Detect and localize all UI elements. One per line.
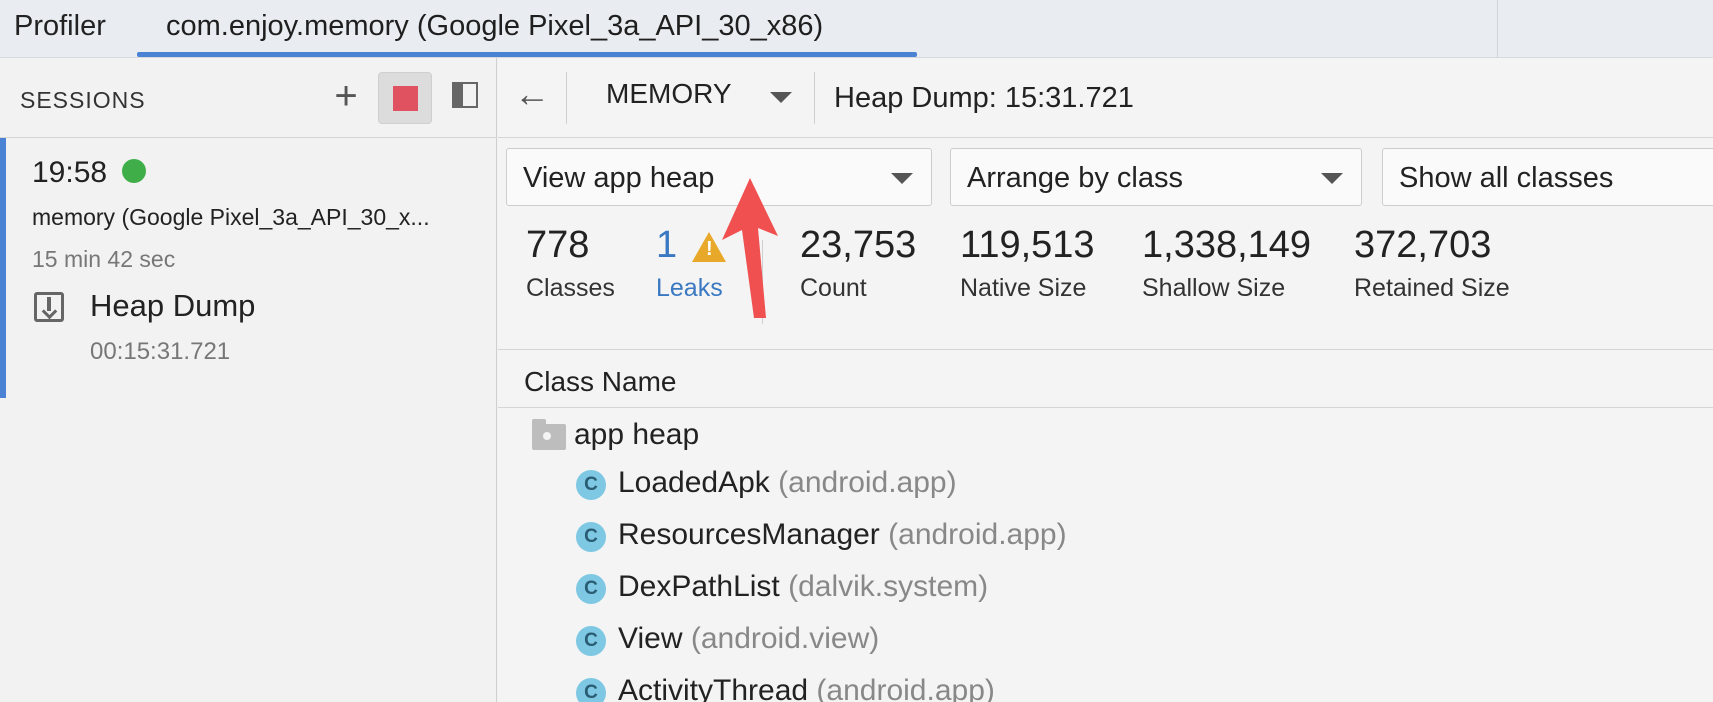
- stat-value: 372,703: [1354, 224, 1492, 266]
- profiler-select[interactable]: MEMORY: [606, 78, 732, 118]
- stat-label: Leaks: [656, 274, 723, 302]
- table-header: Class Name: [498, 350, 1713, 408]
- toolbar: ← MEMORY Heap Dump: 15:31.721: [498, 58, 1713, 138]
- panel-icon: [454, 84, 463, 106]
- tab-session[interactable]: com.enjoy.memory (Google Pixel_3a_API_30…: [166, 10, 823, 43]
- filter-bar: View app heap Arrange by class Show all …: [498, 138, 1713, 210]
- sessions-panel: SESSIONS + 19:58 memory (Google Pixel_3a…: [0, 58, 497, 702]
- stat-value: 119,513: [960, 224, 1095, 266]
- tab-strip: Profiler com.enjoy.memory (Google Pixel_…: [0, 0, 1713, 58]
- arrange-select-value: Arrange by class: [967, 162, 1183, 194]
- class-name: DexPathList: [618, 570, 780, 603]
- stat-label: Retained Size: [1354, 274, 1510, 302]
- chevron-down-icon: [1321, 173, 1343, 184]
- class-package: (android.view): [690, 622, 880, 655]
- heap-summary: 778 Classes 1 ! Leaks 23,753 Count 119,5…: [498, 210, 1713, 350]
- session-device: memory (Google Pixel_3a_API_30_x...: [32, 204, 430, 230]
- chevron-down-icon[interactable]: [770, 92, 792, 103]
- stat-label: Shallow Size: [1142, 274, 1286, 302]
- class-package: (android.app): [778, 466, 957, 499]
- stop-icon: [393, 86, 418, 111]
- heap-select-value: View app heap: [523, 162, 715, 194]
- chevron-down-icon: [891, 173, 913, 184]
- class-package: (android.app): [816, 674, 995, 702]
- add-session-button[interactable]: +: [326, 76, 366, 118]
- session-duration: 15 min 42 sec: [32, 246, 176, 272]
- stat-value: 23,753: [800, 224, 917, 266]
- class-filter-value: Show all classes: [1399, 162, 1614, 194]
- sessions-title: SESSIONS: [20, 87, 146, 113]
- class-tree: app heap C LoadedApk (android.app) C Res…: [498, 408, 1713, 702]
- selected-session-indicator: [0, 138, 6, 398]
- class-name: ResourcesManager: [618, 518, 880, 551]
- class-name: ActivityThread: [618, 674, 809, 702]
- heap-dump-artifact[interactable]: Heap Dump: [90, 288, 255, 324]
- memory-profiler-main: ← MEMORY Heap Dump: 15:31.721 View app h…: [498, 58, 1713, 702]
- class-icon: C: [576, 522, 606, 552]
- annotation-arrow-icon: [722, 178, 778, 318]
- stop-session-button[interactable]: [378, 72, 432, 124]
- stat-label: Classes: [526, 274, 615, 302]
- arrange-select[interactable]: Arrange by class: [950, 148, 1362, 206]
- stat-value: 1,338,149: [1142, 224, 1312, 266]
- session-item[interactable]: 19:58 memory (Google Pixel_3a_API_30_x..…: [0, 138, 497, 398]
- tab-profiler[interactable]: Profiler: [14, 10, 106, 43]
- class-icon: C: [576, 626, 606, 656]
- class-package: (android.app): [888, 518, 1067, 551]
- class-name: View: [618, 622, 683, 655]
- stat-value: 1: [656, 224, 678, 266]
- folder-icon: [532, 419, 566, 450]
- heap-dump-timestamp: 00:15:31.721: [90, 338, 231, 365]
- stat-label: Native Size: [960, 274, 1087, 302]
- divider: [1497, 0, 1498, 58]
- class-package: (dalvik.system): [788, 570, 989, 603]
- divider: [566, 72, 567, 124]
- collapse-panel-button[interactable]: [452, 82, 478, 108]
- active-tab-indicator: [137, 52, 917, 57]
- group-label: app heap: [574, 418, 700, 451]
- heap-dump-icon: [34, 292, 64, 322]
- divider: [814, 72, 815, 124]
- back-button[interactable]: ←: [510, 72, 554, 116]
- stat-label: Count: [800, 274, 867, 302]
- stat-value: 778: [526, 224, 590, 266]
- heap-select[interactable]: View app heap: [506, 148, 932, 206]
- class-name: LoadedApk: [618, 466, 770, 499]
- live-status-icon: [122, 159, 146, 183]
- session-time: 19:58: [32, 156, 108, 189]
- sessions-header: SESSIONS +: [0, 58, 497, 138]
- column-class-name[interactable]: Class Name: [524, 366, 676, 398]
- class-icon: C: [576, 470, 606, 500]
- heap-dump-title: Heap Dump: 15:31.721: [834, 82, 1134, 114]
- class-filter-select[interactable]: Show all classes: [1382, 148, 1713, 206]
- class-icon: C: [576, 678, 606, 702]
- class-icon: C: [576, 574, 606, 604]
